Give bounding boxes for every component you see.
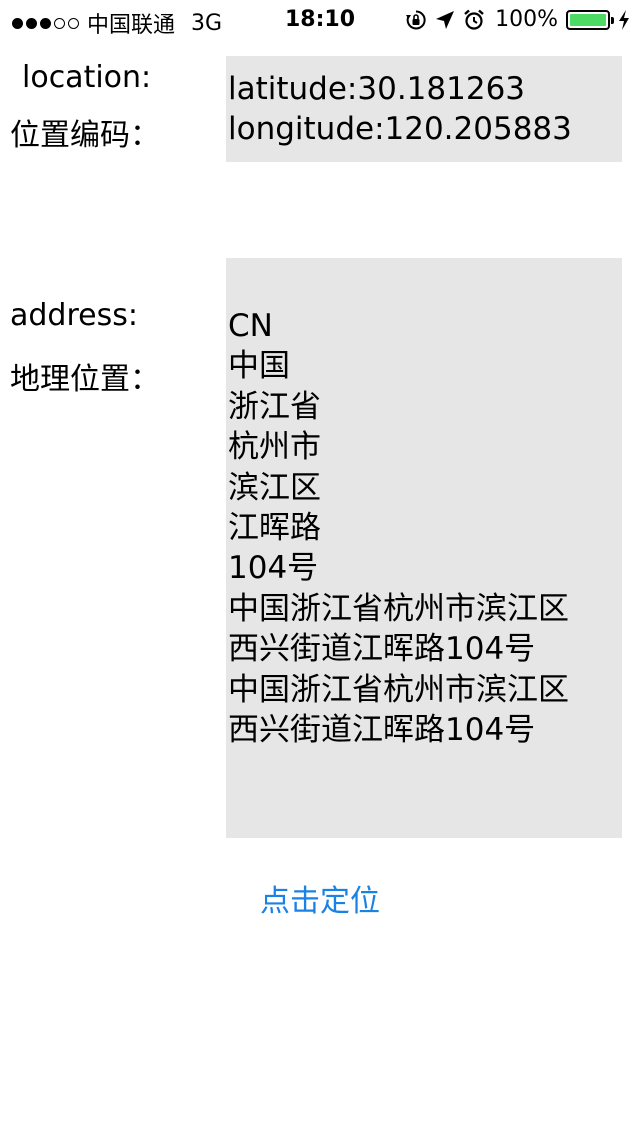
address-line: 浙江省 — [228, 388, 321, 425]
locate-button[interactable]: 点击定位 — [0, 880, 640, 924]
location-code-label: 位置编码： — [10, 118, 160, 153]
address-line: 104号 — [228, 550, 319, 587]
address-line: CN — [228, 308, 273, 344]
location-label: location: — [22, 60, 152, 95]
address-line: 滨江区 — [228, 469, 321, 506]
alarm-icon — [463, 9, 485, 31]
battery-percentage: 100% — [495, 7, 558, 32]
address-line: 西兴街道江晖路104号 — [228, 631, 536, 668]
address-label: address: — [10, 298, 138, 333]
status-bar: 中国联通 3G 18:10 100% — [0, 0, 640, 40]
orientation-lock-icon — [405, 9, 427, 31]
location-arrow-icon — [435, 10, 455, 30]
address-line: 中国 — [228, 348, 290, 385]
address-line: 中国浙江省杭州市滨江区 — [228, 671, 569, 708]
status-right: 100% — [405, 7, 630, 32]
longitude-value: longitude:120.205883 — [228, 111, 572, 147]
address-value-box: CN 中国 浙江省 杭州市 滨江区 江晖路 104号 中国浙江省杭州市滨江区 西… — [226, 258, 622, 838]
address-line: 中国浙江省杭州市滨江区 — [228, 590, 569, 627]
address-line: 杭州市 — [228, 429, 321, 466]
location-value-box: latitude:30.181263 longitude:120.205883 — [226, 56, 622, 162]
charging-bolt-icon — [618, 9, 630, 31]
geo-location-label: 地理位置： — [10, 362, 160, 397]
address-line: 西兴街道江晖路104号 — [228, 712, 536, 749]
address-line: 江晖路 — [228, 510, 321, 547]
latitude-value: latitude:30.181263 — [228, 71, 526, 107]
battery-icon — [566, 9, 614, 30]
battery-fill — [570, 13, 606, 26]
